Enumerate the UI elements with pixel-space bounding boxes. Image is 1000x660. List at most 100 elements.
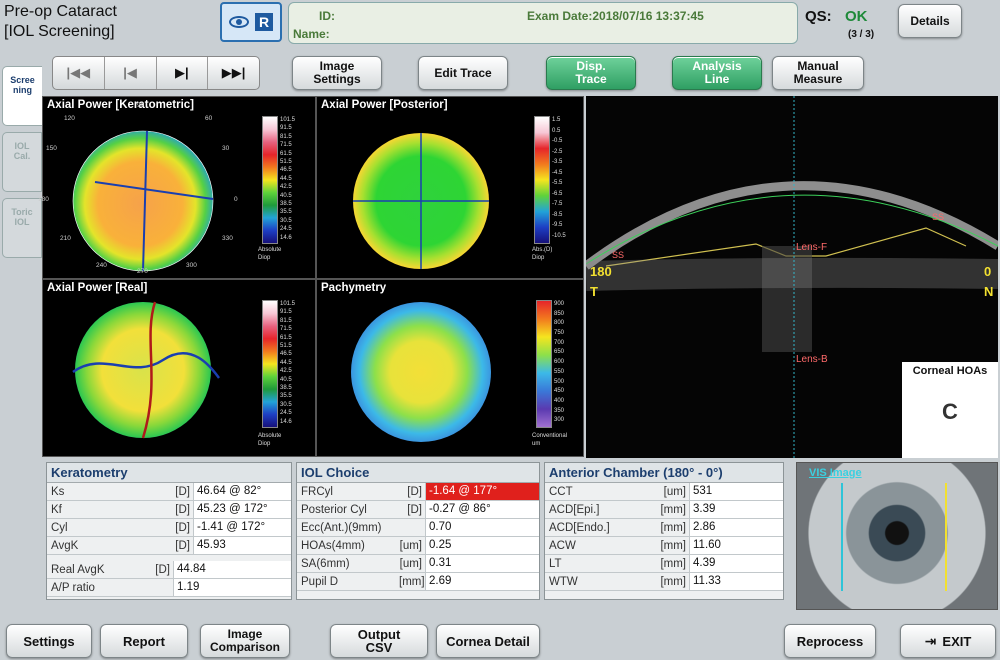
measurement-row: ACD[Endo.] [mm] 2.86 <box>545 519 783 537</box>
scale-tick-label: -4.5 <box>552 169 563 176</box>
scale-tick-label: 24.5 <box>280 410 292 417</box>
measurement-unit: [D] <box>407 503 422 516</box>
measurement-name: FRCyl <box>301 485 333 498</box>
left-degree-label: 180 <box>590 264 612 279</box>
patient-id-label: ID: <box>319 9 335 23</box>
measurement-row: LT [mm] 4.39 <box>545 555 783 573</box>
measurement-value: 46.64 @ 82° <box>193 483 291 500</box>
qs-status: OK <box>845 8 868 25</box>
measurement-value: 3.39 <box>689 501 783 518</box>
scale-tick-label: 101.5 <box>280 301 296 307</box>
scale-tick-label: 91.5 <box>280 125 292 132</box>
exit-label: EXIT <box>942 633 972 649</box>
details-button[interactable]: Details <box>898 4 962 38</box>
measurement-row: AvgK [D] 45.93 <box>47 537 291 555</box>
measurement-unit: [mm] <box>399 575 425 588</box>
scale-tick-label: 750 <box>554 330 565 337</box>
scale-legend-posterior: Abs.(D) Diop <box>532 247 553 261</box>
corneal-hoas-panel[interactable]: Corneal HOAs C <box>902 362 998 458</box>
playback-controls: |◀◀ |◀ ▶| ▶▶| <box>52 56 260 90</box>
image-settings-button[interactable]: Image Settings <box>292 56 382 90</box>
measurement-unit: [D] <box>407 485 422 498</box>
vis-image-title: VIS Image <box>809 467 862 479</box>
measurement-unit: [um] <box>399 557 422 570</box>
exit-icon: ⇥ <box>924 632 937 649</box>
vis-image[interactable]: VIS Image <box>796 462 998 610</box>
measurement-unit: [D] <box>175 503 190 516</box>
measurement-row: WTW [mm] 11.33 <box>545 573 783 591</box>
landolt-c-icon: C <box>942 399 958 424</box>
measurement-value: -1.64 @ 177° <box>425 483 539 500</box>
scale-tick-label: -6.5 <box>552 190 563 197</box>
scale-tick-label: 71.5 <box>280 142 292 149</box>
eye-selector-button[interactable]: R <box>220 2 282 42</box>
measurement-name: WTW <box>549 575 578 588</box>
scale-tick-label: 40.5 <box>280 376 292 383</box>
scale-tick-label: 44.5 <box>280 175 292 182</box>
keratometry-panel: Keratometry Ks [D] 46.64 @ 82° Kf [D] 45.23 @… <box>46 462 292 600</box>
ss-marker-left: SS <box>612 250 625 260</box>
analysis-line-button[interactable]: Analysis Line <box>672 56 762 90</box>
scale-tick-label: -2.5 <box>552 148 563 155</box>
angle-label: 0 <box>234 196 238 203</box>
app-subtitle: [IOL Screening] <box>4 23 115 40</box>
first-frame-button[interactable]: |◀◀ <box>53 57 105 89</box>
scale-tick-label: 14.6 <box>280 418 292 425</box>
oct-cross-section[interactable]: Lens-F Lens-B SS SS 180 T 0 N Corneal HO… <box>586 96 998 458</box>
measurement-name: Cyl <box>51 521 68 534</box>
scale-tick-label: 800 <box>554 320 565 327</box>
measurement-name: Posterior Cyl <box>301 503 367 516</box>
tab-screening[interactable]: Scree ning <box>2 66 42 126</box>
last-frame-button[interactable]: ▶▶| <box>208 57 259 89</box>
eye-label: R <box>254 13 274 31</box>
edit-trace-button[interactable]: Edit Trace <box>418 56 508 90</box>
scale-tick-label: 650 <box>554 349 565 356</box>
scale-tick-label: -9.5 <box>552 222 563 228</box>
tab-toric-iol[interactable]: Toric IOL <box>2 198 42 258</box>
scale-tick-label: 51.5 <box>280 159 292 165</box>
prev-frame-button[interactable]: |◀ <box>105 57 157 89</box>
right-side-label: N <box>984 284 994 299</box>
measurement-value: 2.86 <box>689 519 783 536</box>
scale-legend-keratometric: Absolute Diop <box>258 247 282 261</box>
scale-tick-label: 81.5 <box>280 133 292 140</box>
measurement-unit: [D] <box>155 563 170 576</box>
disp-trace-button[interactable]: Disp. Trace <box>546 56 636 90</box>
right-degree-label: 0 <box>984 264 992 279</box>
measurement-value: -0.27 @ 86° <box>425 501 539 518</box>
scale-legend-real: Absolute Diop <box>258 433 282 447</box>
scale-tick-label: 35.5 <box>280 393 292 400</box>
next-frame-button[interactable]: ▶| <box>157 57 209 89</box>
measurement-row: Ks [D] 46.64 @ 82° <box>47 483 291 501</box>
settings-button[interactable]: Settings <box>6 624 92 658</box>
measurement-name: Ks <box>51 485 65 498</box>
exam-date: Exam Date:2018/07/16 13:37:45 <box>527 9 704 23</box>
scale-legend-pachymetry: Conventional um <box>532 433 568 447</box>
image-comparison-button[interactable]: Image Comparison <box>200 624 290 658</box>
measurement-name: HOAs(4mm) <box>301 539 365 552</box>
measurement-value: 11.60 <box>689 537 783 554</box>
output-csv-button[interactable]: Output CSV <box>330 624 428 658</box>
measurement-name: Pupil D <box>301 575 339 588</box>
measurement-row: Ecc(Ant.)(9mm) 0.70 <box>297 519 539 537</box>
measurement-name: AvgK <box>51 539 79 552</box>
report-button[interactable]: Report <box>100 624 188 658</box>
tab-iol-cal[interactable]: IOL Cal. <box>2 132 42 192</box>
measurement-row: A/P ratio 1.19 <box>47 579 291 597</box>
cornea-detail-button[interactable]: Cornea Detail <box>436 624 540 658</box>
measurement-value: 0.25 <box>425 537 539 554</box>
scale-tick-label: 1.5 <box>552 117 561 123</box>
measurement-row: Real AvgK [D] 44.84 <box>47 561 291 579</box>
left-side-label: T <box>590 284 598 299</box>
scale-keratometric <box>262 116 278 244</box>
reprocess-button[interactable]: Reprocess <box>784 624 876 658</box>
anterior-chamber-panel: Anterior Chamber (180° - 0°) CCT [um] 531 A… <box>544 462 784 600</box>
measurement-row: ACW [mm] 11.60 <box>545 537 783 555</box>
manual-measure-button[interactable]: Manual Measure <box>772 56 864 90</box>
scale-tick-label: 30.5 <box>280 401 292 408</box>
exit-button[interactable]: ⇥ EXIT <box>900 624 996 658</box>
scale-tick-label: 14.6 <box>280 234 292 241</box>
measurement-row: Cyl [D] -1.41 @ 172° <box>47 519 291 537</box>
scale-tick-label: 35.5 <box>280 209 292 216</box>
measurement-name: LT <box>549 557 562 570</box>
